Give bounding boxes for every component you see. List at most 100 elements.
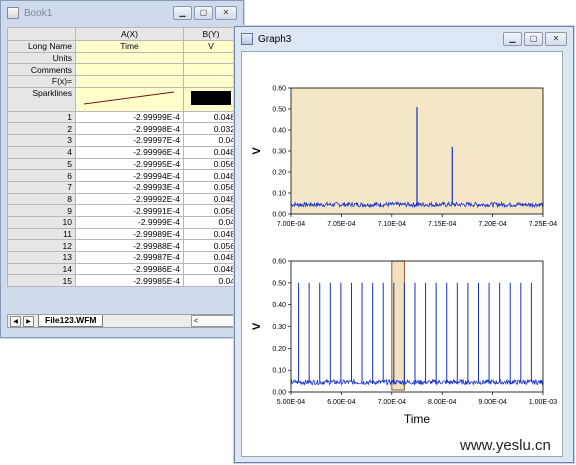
row-index[interactable]: 9 bbox=[7, 204, 76, 217]
row-label-comments[interactable]: Comments bbox=[7, 63, 76, 77]
cell-a[interactable]: -2.99993E-4 bbox=[75, 180, 184, 194]
cell-b[interactable]: 0.056 bbox=[183, 204, 239, 217]
graph-minimize-button[interactable]: ▁ bbox=[503, 32, 522, 46]
cell-a[interactable]: -2.99991E-4 bbox=[75, 204, 184, 217]
row-index[interactable]: 13 bbox=[7, 251, 76, 264]
cell-b[interactable]: 0.056 bbox=[183, 157, 239, 171]
table-row[interactable]: 12 -2.99988E-4 0.056 bbox=[7, 239, 239, 252]
cell-a[interactable]: -2.99999E-4 bbox=[75, 110, 184, 124]
graph3-titlebar[interactable]: Graph3 ▁ ▢ ✕ bbox=[235, 27, 573, 51]
data-rows: 1 -2.99999E-4 0.048 2 -2.99998E-4 0.032 3 -2.99… bbox=[7, 110, 239, 288]
table-row[interactable]: 2 -2.99998E-4 0.032 bbox=[7, 122, 239, 136]
close-button[interactable]: ✕ bbox=[215, 6, 237, 20]
table-row[interactable]: 9 -2.99991E-4 0.056 bbox=[7, 204, 239, 217]
cell-a[interactable]: -2.99997E-4 bbox=[75, 134, 184, 147]
graph-maximize-button[interactable]: ▢ bbox=[524, 32, 543, 46]
row-label-units[interactable]: Units bbox=[7, 51, 76, 65]
row-index[interactable]: 5 bbox=[7, 157, 76, 171]
column-header-a[interactable]: A(X) bbox=[75, 27, 184, 41]
row-label-long-name[interactable]: Long Name bbox=[7, 40, 76, 53]
cell-a[interactable]: -2.99989E-4 bbox=[75, 227, 184, 241]
table-row[interactable]: 8 -2.99992E-4 0.048 bbox=[7, 192, 239, 206]
cell-a[interactable]: -2.99994E-4 bbox=[75, 169, 184, 182]
sparkline-a-graphic bbox=[83, 91, 174, 105]
long-name-b[interactable]: V bbox=[183, 40, 239, 53]
book1-window[interactable]: Book1 ▁ ▢ ✕ A(X) B(Y) Long Name Time V U… bbox=[0, 0, 244, 338]
plot1-y-tick-label-0: 0.00 bbox=[272, 212, 286, 219]
cell-a[interactable]: -2.99987E-4 bbox=[75, 251, 184, 264]
cell-a[interactable]: -2.9999E-4 bbox=[75, 215, 184, 229]
row-label-fx[interactable]: F(x)= bbox=[7, 75, 76, 88]
table-row[interactable]: 7 -2.99993E-4 0.056 bbox=[7, 180, 239, 194]
row-index[interactable]: 4 bbox=[7, 145, 76, 159]
cell-b[interactable]: 0.048 bbox=[183, 262, 239, 276]
sparkline-a[interactable] bbox=[75, 86, 184, 112]
horizontal-scrollbar[interactable]: < bbox=[191, 315, 237, 327]
cell-a[interactable]: -2.99998E-4 bbox=[75, 122, 184, 136]
table-row[interactable]: 1 -2.99999E-4 0.048 bbox=[7, 110, 239, 124]
cell-a[interactable]: -2.99986E-4 bbox=[75, 262, 184, 276]
table-row[interactable]: 5 -2.99995E-4 0.056 bbox=[7, 157, 239, 171]
cell-b[interactable]: 0.056 bbox=[183, 180, 239, 194]
row-index[interactable]: 2 bbox=[7, 122, 76, 136]
cell-a[interactable]: -2.99995E-4 bbox=[75, 157, 184, 171]
row-label-sparklines[interactable]: Sparklines bbox=[7, 86, 76, 112]
chart-canvas[interactable]: 0.00 0.10 0.20 0.30 0.40 0.50 0.60 7.00E-04 7.05… bbox=[242, 52, 564, 458]
cell-b[interactable]: 0.048 bbox=[183, 169, 239, 182]
table-row[interactable]: 3 -2.99997E-4 0.04 bbox=[7, 134, 239, 147]
sheet-tab-file123[interactable]: File123.WFM bbox=[38, 315, 104, 327]
row-index[interactable]: 15 bbox=[7, 274, 76, 288]
cell-a[interactable]: -2.99985E-4 bbox=[75, 274, 184, 288]
graph3-window[interactable]: Graph3 ▁ ▢ ✕ 0.00 0.10 0.20 0.30 0.40 0.50 0.6… bbox=[234, 26, 574, 463]
prev-sheet-button[interactable]: ◀ bbox=[10, 315, 21, 327]
graph3-title: Graph3 bbox=[258, 33, 292, 45]
table-row[interactable]: 11 -2.99989E-4 0.048 bbox=[7, 227, 239, 241]
comments-b[interactable] bbox=[183, 63, 239, 77]
column-header-b[interactable]: B(Y) bbox=[183, 27, 239, 41]
row-index[interactable]: 7 bbox=[7, 180, 76, 194]
table-row[interactable]: 4 -2.99996E-4 0.048 bbox=[7, 145, 239, 159]
row-index[interactable]: 6 bbox=[7, 169, 76, 182]
table-row[interactable]: 14 -2.99986E-4 0.048 bbox=[7, 262, 239, 276]
row-index[interactable]: 12 bbox=[7, 239, 76, 252]
graph-close-button[interactable]: ✕ bbox=[545, 32, 567, 46]
row-index[interactable]: 8 bbox=[7, 192, 76, 206]
row-index[interactable]: 3 bbox=[7, 134, 76, 147]
units-a[interactable] bbox=[75, 51, 184, 65]
worksheet-grid[interactable]: A(X) B(Y) Long Name Time V Units Comment… bbox=[7, 27, 239, 288]
table-row[interactable]: 15 -2.99985E-4 0.04 bbox=[7, 274, 239, 288]
comments-a[interactable] bbox=[75, 63, 184, 77]
cell-b[interactable]: 0.04 bbox=[183, 134, 239, 147]
sparkline-b[interactable] bbox=[183, 86, 239, 112]
fx-a[interactable] bbox=[75, 75, 184, 88]
cell-a[interactable]: -2.99988E-4 bbox=[75, 239, 184, 252]
cell-b[interactable]: 0.048 bbox=[183, 251, 239, 264]
row-index[interactable]: 1 bbox=[7, 110, 76, 124]
table-row[interactable]: 13 -2.99987E-4 0.048 bbox=[7, 251, 239, 264]
cell-b[interactable]: 0.048 bbox=[183, 145, 239, 159]
cell-b[interactable]: 0.048 bbox=[183, 110, 239, 124]
fx-b[interactable] bbox=[183, 75, 239, 88]
next-sheet-button[interactable]: ▶ bbox=[23, 315, 34, 327]
cell-a[interactable]: -2.99996E-4 bbox=[75, 145, 184, 159]
graph-page[interactable]: 0.00 0.10 0.20 0.30 0.40 0.50 0.60 7.00E-04 7.05… bbox=[241, 51, 563, 457]
corner-cell[interactable] bbox=[7, 27, 76, 41]
table-row[interactable]: 10 -2.9999E-4 0.04 bbox=[7, 215, 239, 229]
row-index[interactable]: 14 bbox=[7, 262, 76, 276]
cell-a[interactable]: -2.99992E-4 bbox=[75, 192, 184, 206]
book1-titlebar[interactable]: Book1 ▁ ▢ ✕ bbox=[1, 1, 243, 25]
minimize-button[interactable]: ▁ bbox=[173, 6, 192, 20]
cell-b[interactable]: 0.04 bbox=[183, 274, 239, 288]
cell-b[interactable]: 0.056 bbox=[183, 239, 239, 252]
cell-b[interactable]: 0.048 bbox=[183, 227, 239, 241]
cell-b[interactable]: 0.04 bbox=[183, 215, 239, 229]
cell-b[interactable]: 0.032 bbox=[183, 122, 239, 136]
table-row[interactable]: 6 -2.99994E-4 0.048 bbox=[7, 169, 239, 182]
plot2-x-tick-label-4: 9.00E-04 bbox=[478, 399, 507, 406]
row-index[interactable]: 11 bbox=[7, 227, 76, 241]
long-name-a[interactable]: Time bbox=[75, 40, 184, 53]
maximize-button[interactable]: ▢ bbox=[194, 6, 213, 20]
row-index[interactable]: 10 bbox=[7, 215, 76, 229]
cell-b[interactable]: 0.048 bbox=[183, 192, 239, 206]
units-b[interactable] bbox=[183, 51, 239, 65]
